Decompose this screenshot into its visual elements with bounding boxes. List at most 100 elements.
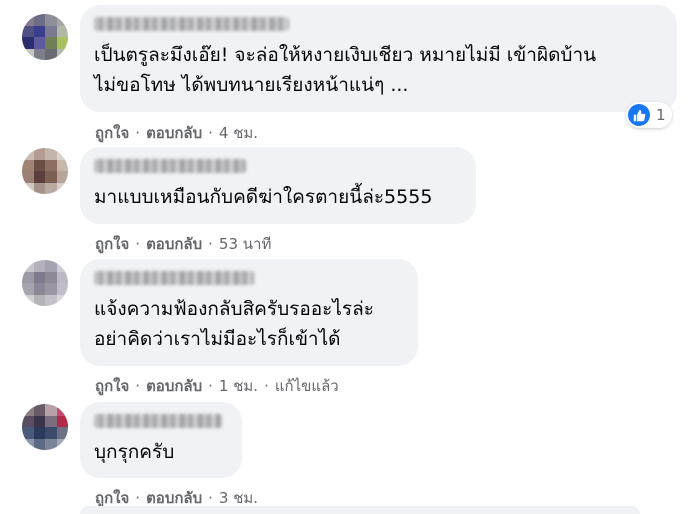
avatar-pixel bbox=[56, 159, 68, 171]
avatar-pixel bbox=[45, 427, 57, 439]
avatar-pixel bbox=[45, 294, 57, 306]
avatar-pixel bbox=[33, 294, 45, 306]
avatar-pixel bbox=[56, 427, 68, 439]
avatar-pixel bbox=[33, 404, 45, 416]
avatar-pixel bbox=[22, 415, 34, 427]
comment-bubble: แจ้งความฟ้องกลับสิครับรออะไรล่ะ อย่าคิดว… bbox=[80, 259, 418, 366]
avatar-pixel bbox=[56, 283, 68, 295]
avatar-pixel bbox=[33, 171, 45, 183]
avatar-pixel bbox=[33, 14, 45, 26]
avatar-pixel bbox=[22, 37, 34, 49]
avatar-pixel bbox=[33, 159, 45, 171]
comment-bubble: บุกรุกครับ bbox=[80, 402, 242, 478]
avatar-pixel bbox=[45, 14, 57, 26]
avatar-pixel bbox=[33, 271, 45, 283]
avatar-pixel bbox=[33, 182, 45, 194]
thumbs-up-icon bbox=[628, 104, 650, 126]
avatar-pixel bbox=[33, 25, 45, 37]
avatar-pixel bbox=[33, 283, 45, 295]
avatar-pixel bbox=[56, 260, 68, 272]
avatar-pixel bbox=[45, 283, 57, 295]
comment-text: บุกรุกครับ bbox=[94, 441, 175, 463]
avatar-pixel bbox=[22, 438, 34, 450]
avatar-pixel bbox=[45, 159, 57, 171]
reaction-count: 1 bbox=[656, 106, 666, 124]
avatar-pixel bbox=[56, 294, 68, 306]
avatar-pixel bbox=[33, 37, 45, 49]
avatar-pixel bbox=[45, 182, 57, 194]
avatar-pixel bbox=[22, 271, 34, 283]
avatar-pixel bbox=[22, 182, 34, 194]
reply-link[interactable]: ตอบกลับ bbox=[146, 235, 202, 253]
avatar-pixel bbox=[45, 148, 57, 160]
avatar-pixel bbox=[33, 148, 45, 160]
avatar-pixel bbox=[22, 404, 34, 416]
avatar[interactable] bbox=[22, 260, 68, 306]
avatar-pixel bbox=[22, 427, 34, 439]
reply-link[interactable]: ตอบกลับ bbox=[146, 489, 202, 507]
avatar-pixel bbox=[33, 427, 45, 439]
avatar[interactable] bbox=[22, 404, 68, 450]
timestamp[interactable]: 1 ชม. bbox=[219, 377, 258, 395]
avatar-pixel bbox=[33, 415, 45, 427]
avatar-pixel bbox=[33, 260, 45, 272]
author-name-blurred[interactable] bbox=[94, 271, 254, 285]
comment-bubble: มาแบบเหมือนกับคดีฆ่าใครตายนี้ล่ะ5555 bbox=[80, 147, 476, 224]
next-comment-bubble-edge bbox=[80, 506, 640, 514]
comment-text: เป็นตรูละมึงเอ๊ย! จะล่อให้หงายเงิบเชียว … bbox=[94, 44, 597, 96]
timestamp[interactable]: 3 ชม. bbox=[219, 489, 258, 507]
comment-text: แจ้งความฟ้องกลับสิครับรออะไรล่ะ อย่าคิดว… bbox=[94, 298, 374, 350]
avatar-pixel bbox=[56, 415, 68, 427]
avatar-pixel bbox=[45, 25, 57, 37]
comment-actions: ถูกใจ · ตอบกลับ · 1 ชม. · แก้ไขแล้ว bbox=[95, 377, 339, 395]
avatar-pixel bbox=[22, 294, 34, 306]
comment-bubble: เป็นตรูละมึงเอ๊ย! จะล่อให้หงายเงิบเชียว … bbox=[80, 5, 677, 112]
avatar-pixel bbox=[22, 159, 34, 171]
avatar-pixel bbox=[22, 14, 34, 26]
avatar-pixel bbox=[56, 37, 68, 49]
author-name-blurred[interactable] bbox=[94, 17, 289, 31]
avatar-pixel bbox=[56, 182, 68, 194]
avatar[interactable] bbox=[22, 14, 68, 60]
avatar-pixel bbox=[22, 260, 34, 272]
avatar-pixel bbox=[22, 283, 34, 295]
avatar-pixel bbox=[56, 48, 68, 60]
comment-actions: ถูกใจ · ตอบกลับ · 4 ชม. bbox=[95, 124, 259, 142]
avatar-pixel bbox=[56, 25, 68, 37]
avatar-pixel bbox=[45, 404, 57, 416]
avatar-pixel bbox=[45, 48, 57, 60]
avatar-pixel bbox=[45, 438, 57, 450]
reply-link[interactable]: ตอบกลับ bbox=[146, 377, 202, 395]
avatar-pixel bbox=[56, 271, 68, 283]
author-name-blurred[interactable] bbox=[94, 159, 246, 173]
comment-text: มาแบบเหมือนกับคดีฆ่าใครตายนี้ล่ะ5555 bbox=[94, 186, 433, 208]
avatar-pixel bbox=[45, 271, 57, 283]
avatar-pixel bbox=[22, 25, 34, 37]
timestamp[interactable]: 4 ชม. bbox=[219, 124, 258, 142]
like-link[interactable]: ถูกใจ bbox=[95, 235, 129, 253]
avatar-pixel bbox=[22, 171, 34, 183]
avatar-pixel bbox=[45, 260, 57, 272]
avatar-pixel bbox=[45, 415, 57, 427]
avatar-pixel bbox=[45, 171, 57, 183]
reply-link[interactable]: ตอบกลับ bbox=[146, 124, 202, 142]
avatar-pixel bbox=[56, 171, 68, 183]
comment-actions: ถูกใจ · ตอบกลับ · 53 นาที bbox=[95, 235, 272, 253]
like-link[interactable]: ถูกใจ bbox=[95, 377, 129, 395]
reaction-badge[interactable]: 1 bbox=[626, 102, 672, 128]
avatar-pixel bbox=[56, 438, 68, 450]
like-link[interactable]: ถูกใจ bbox=[95, 124, 129, 142]
author-name-blurred[interactable] bbox=[94, 414, 222, 428]
avatar-pixel bbox=[56, 148, 68, 160]
avatar-pixel bbox=[56, 14, 68, 26]
avatar-pixel bbox=[45, 37, 57, 49]
avatar-pixel bbox=[33, 48, 45, 60]
avatar-pixel bbox=[56, 404, 68, 416]
like-link[interactable]: ถูกใจ bbox=[95, 489, 129, 507]
edited-label[interactable]: แก้ไขแล้ว bbox=[275, 377, 339, 395]
avatar-pixel bbox=[33, 438, 45, 450]
avatar-pixel bbox=[22, 148, 34, 160]
timestamp[interactable]: 53 นาที bbox=[219, 235, 271, 253]
avatar-pixel bbox=[22, 48, 34, 60]
avatar[interactable] bbox=[22, 148, 68, 194]
